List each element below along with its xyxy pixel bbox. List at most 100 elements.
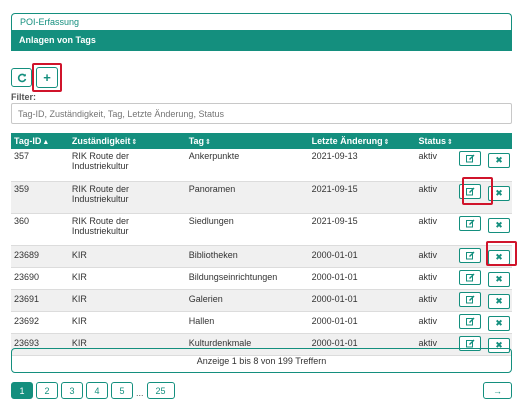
edit-button[interactable] [459, 291, 482, 307]
filter-input[interactable] [11, 103, 512, 124]
cell-zustaendigkeit: KIR [71, 293, 87, 304]
page-3-button[interactable]: 3 [61, 382, 83, 399]
close-icon: ✖ [495, 273, 503, 284]
cell-tag-id: 360 [14, 215, 30, 226]
cell-tag-id: 23692 [14, 315, 40, 326]
cell-tag: Siedlungen [188, 215, 234, 226]
cell-tag: Hallen [188, 315, 215, 326]
cell-status: aktiv [418, 293, 437, 304]
edit-button[interactable] [459, 215, 482, 231]
cell-date: 2000-01-01 [311, 249, 358, 260]
close-icon: ✖ [495, 187, 503, 198]
cell-tag: Ankerpunkte [188, 151, 240, 161]
table-row: 23690 KIR Bildungseinrichtungen 2000-01-… [11, 267, 512, 289]
add-button[interactable]: + [36, 67, 58, 88]
sort-icon: ⇕ [447, 139, 453, 146]
edit-icon [465, 154, 475, 163]
edit-icon [465, 295, 475, 303]
close-icon: ✖ [495, 219, 503, 230]
close-icon: ✖ [495, 295, 503, 306]
cell-tag-id: 23690 [14, 271, 40, 282]
cell-tag-id: 359 [14, 183, 30, 194]
header-actions [459, 133, 512, 149]
cell-tag: Bildungseinrichtungen [188, 271, 278, 282]
cell-tag: Panoramen [188, 183, 236, 194]
cell-zustaendigkeit: KIR [71, 271, 87, 282]
edit-icon [465, 273, 475, 281]
pagination: 1 2 3 4 5 ... 25 [11, 382, 175, 399]
cell-date: 2021-09-15 [311, 215, 358, 226]
header-letzte-aenderung[interactable]: Letzte Änderung⇕ [309, 133, 416, 149]
edit-icon [465, 219, 475, 227]
delete-button[interactable]: ✖ [488, 315, 510, 331]
refresh-icon [17, 73, 26, 82]
delete-button[interactable]: ✖ [488, 153, 510, 168]
cell-status: aktiv [418, 249, 437, 260]
highlight-frame-edit [462, 177, 493, 205]
header-zustaendigkeit[interactable]: Zuständigkeit⇕ [69, 133, 186, 149]
page-last-button[interactable]: 25 [146, 382, 175, 399]
tab-poi-erfassung[interactable]: POI-Erfassung [11, 13, 512, 30]
cell-actions: ✖ [459, 289, 512, 311]
pagination-ellipsis: ... [136, 388, 144, 398]
edit-button[interactable] [459, 247, 482, 263]
cell-zustaendigkeit: KIR [71, 249, 87, 260]
cell-date: 2000-01-01 [311, 315, 358, 326]
cell-zustaendigkeit: KIR [71, 315, 87, 326]
sort-asc-icon: ▲ [42, 139, 50, 146]
cell-zustaendigkeit: RIK Route der Industriekultur [71, 215, 129, 236]
table-row: 23691 KIR Galerien 2000-01-01 aktiv ✖ [11, 289, 512, 311]
cell-date: 2000-01-01 [311, 293, 358, 304]
results-info: Anzeige 1 bis 8 von 199 Treffern [11, 348, 512, 373]
edit-button[interactable] [459, 313, 482, 329]
table-row: 357 RIK Route der Industriekultur Ankerp… [11, 149, 512, 181]
edit-button[interactable] [459, 151, 482, 166]
filter-label: Filter: [11, 92, 37, 102]
arrow-right-icon: → [493, 385, 502, 396]
cell-actions: ✖ [459, 267, 512, 289]
sort-icon: ⇕ [383, 139, 390, 146]
cell-status: aktiv [418, 271, 437, 282]
cell-tag: Galerien [188, 293, 223, 304]
table-row: 23692 KIR Hallen 2000-01-01 aktiv ✖ [11, 311, 512, 333]
table-header-row: Tag-ID▲ Zuständigkeit⇕ Tag⇕ Letzte Änder… [11, 133, 512, 149]
page-4-button[interactable]: 4 [86, 382, 108, 399]
edit-icon [465, 317, 475, 325]
table-row: 23689 KIR Bibliotheken 2000-01-01 aktiv … [11, 245, 512, 267]
header-tag[interactable]: Tag⇕ [186, 133, 309, 149]
close-icon: ✖ [495, 317, 503, 328]
next-page-button[interactable]: → [483, 382, 512, 399]
tags-table: Tag-ID▲ Zuständigkeit⇕ Tag⇕ Letzte Änder… [11, 133, 512, 356]
page-5-button[interactable]: 5 [111, 382, 133, 399]
delete-button[interactable]: ✖ [488, 217, 510, 233]
cell-tag-id: 23689 [14, 249, 40, 260]
header-status[interactable]: Status⇕ [415, 133, 459, 149]
cell-status: aktiv [418, 315, 437, 326]
cell-date: 2021-09-15 [311, 183, 358, 194]
page-2-button[interactable]: 2 [36, 382, 58, 399]
sort-icon: ⇕ [205, 139, 211, 146]
table-row: 360 RIK Route der Industriekultur Siedlu… [11, 213, 512, 245]
delete-button[interactable]: ✖ [488, 293, 510, 309]
refresh-button[interactable] [11, 68, 32, 87]
cell-actions: ✖ [459, 311, 512, 333]
cell-status: aktiv [418, 215, 437, 226]
header-tag-id[interactable]: Tag-ID▲ [11, 133, 69, 149]
page-1-button[interactable]: 1 [11, 382, 33, 399]
highlight-frame-delete [486, 241, 517, 266]
cell-date: 2000-01-01 [311, 271, 358, 282]
cell-tag-id: 23691 [14, 293, 40, 304]
cell-tag-id: 357 [14, 151, 30, 161]
sort-icon: ⇕ [131, 139, 138, 146]
tab-anlagen-von-tags[interactable]: Anlagen von Tags [11, 30, 512, 51]
cell-status: aktiv [418, 183, 437, 194]
table-row: 359 RIK Route der Industriekultur Panora… [11, 181, 512, 213]
close-icon: ✖ [495, 155, 503, 165]
cell-zustaendigkeit: RIK Route der Industriekultur [71, 183, 129, 204]
cell-status: aktiv [418, 151, 437, 161]
cell-zustaendigkeit: RIK Route der Industriekultur [71, 151, 129, 171]
cell-tag: Bibliotheken [188, 249, 238, 260]
delete-button[interactable]: ✖ [488, 271, 510, 287]
edit-icon [465, 251, 475, 259]
edit-button[interactable] [459, 269, 482, 285]
